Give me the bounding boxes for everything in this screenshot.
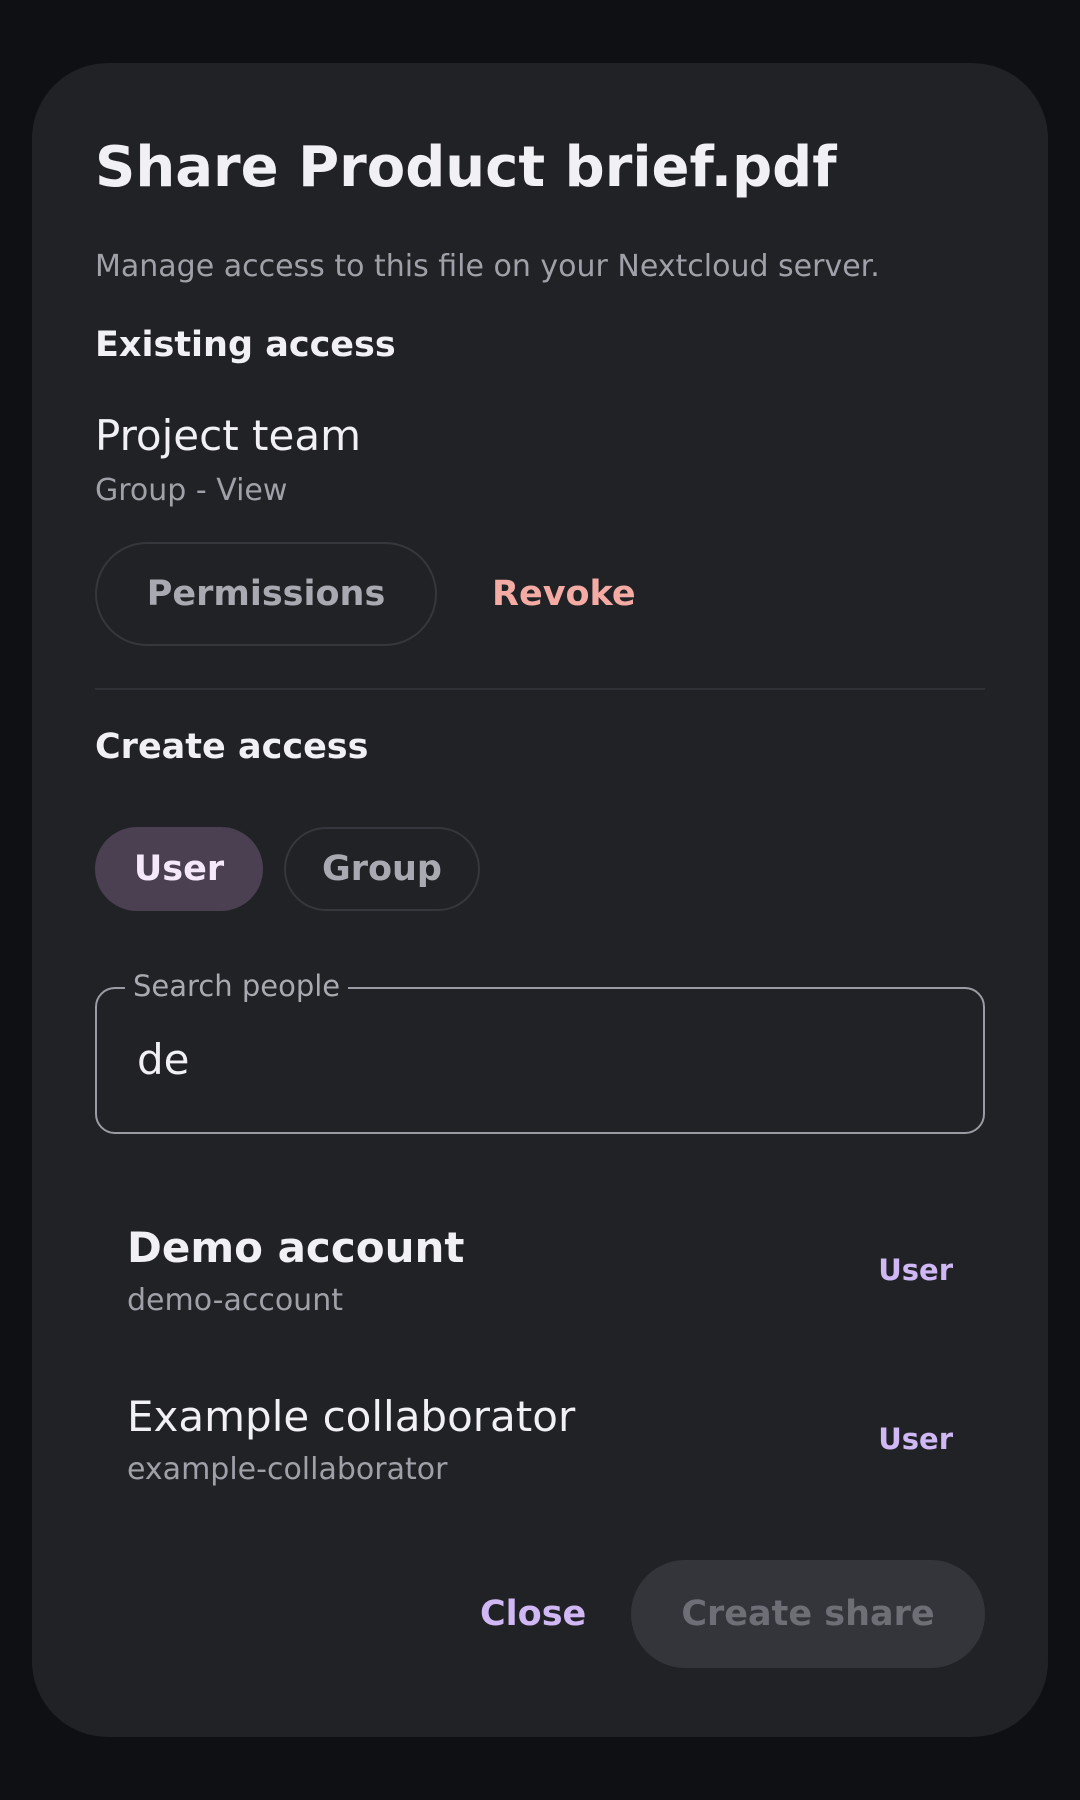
search-result-item[interactable]: Demo account demo-account User [95, 1223, 985, 1373]
existing-access-heading: Existing access [95, 325, 396, 365]
create-share-button[interactable]: Create share [631, 1560, 985, 1668]
create-access-heading: Create access [95, 727, 369, 767]
existing-access-name: Project team [95, 411, 362, 460]
permissions-button[interactable]: Permissions [95, 542, 437, 646]
search-people-field[interactable]: Search people [95, 969, 985, 1134]
search-result-name: Demo account [127, 1223, 465, 1272]
dialog-title: Share Product brief.pdf [95, 135, 837, 200]
existing-access-meta: Group - View [95, 473, 288, 508]
dialog-subtitle: Manage access to this file on your Nextc… [95, 249, 880, 284]
search-result-type-badge: User [878, 1253, 953, 1287]
section-divider [95, 688, 985, 690]
search-result-id: example-collaborator [127, 1452, 448, 1487]
revoke-button[interactable]: Revoke [492, 542, 636, 646]
search-result-id: demo-account [127, 1283, 343, 1318]
share-dialog: Share Product brief.pdf Manage access to… [32, 63, 1048, 1737]
search-result-name: Example collaborator [127, 1392, 576, 1441]
type-chip-group[interactable]: Group [284, 827, 480, 911]
search-people-input[interactable] [137, 1029, 937, 1089]
close-button[interactable]: Close [480, 1560, 586, 1668]
search-people-label: Search people [125, 969, 349, 1003]
type-chip-user[interactable]: User [95, 827, 263, 911]
search-result-type-badge: User [878, 1422, 953, 1456]
search-result-item[interactable]: Example collaborator example-collaborato… [95, 1392, 985, 1542]
